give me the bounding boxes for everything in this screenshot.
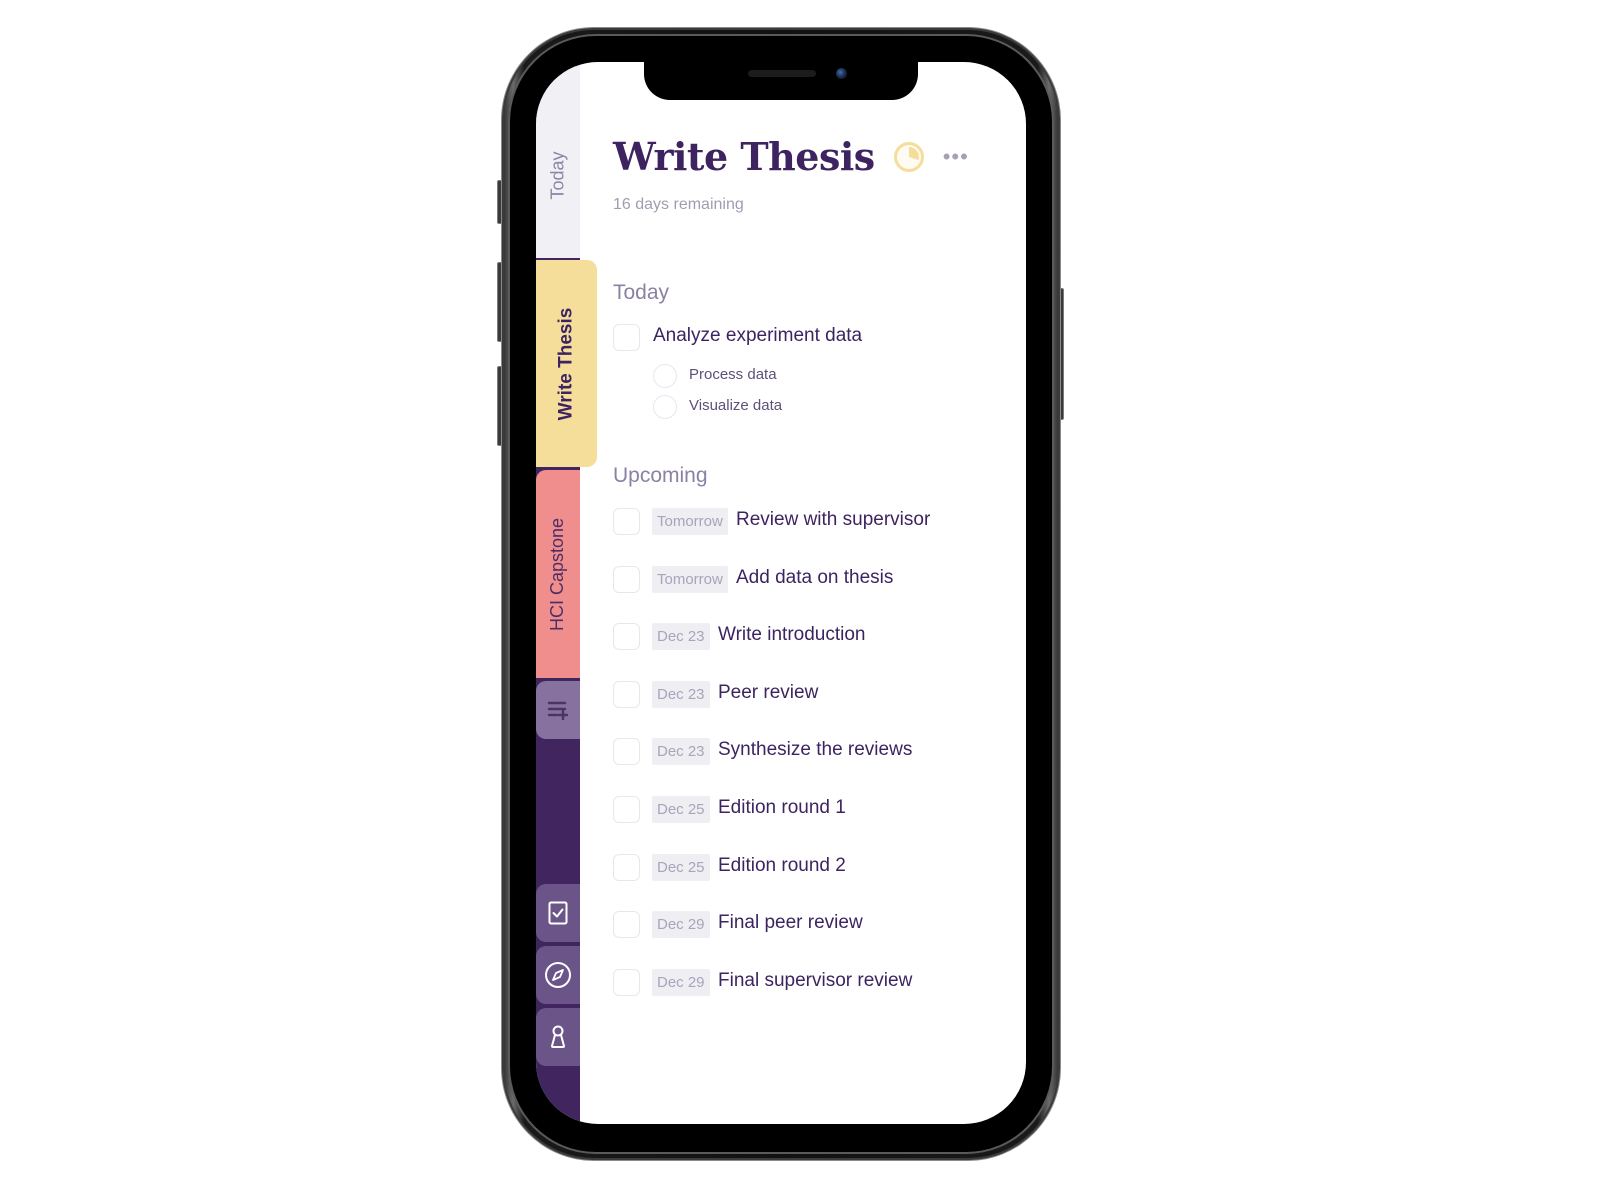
more-options-button[interactable]: ••• <box>943 145 969 168</box>
task-checkbox[interactable] <box>613 853 640 881</box>
task-item: Dec 25 Edition round 1 <box>613 796 1026 824</box>
subtask-radio[interactable] <box>653 364 677 388</box>
task-label: Review with supervisor <box>736 509 931 530</box>
nav-explore-button[interactable] <box>536 946 580 1004</box>
tab-write-thesis[interactable]: Write Thesis <box>536 260 597 467</box>
due-date-badge: Dec 23 <box>652 680 710 708</box>
sidebar: Today HCI Capstone <box>536 62 580 1124</box>
task-label: Analyze experiment data <box>653 325 863 346</box>
task-checkbox[interactable] <box>613 968 640 996</box>
header: Write Thesis ••• <box>613 134 969 179</box>
speaker-grille <box>748 70 816 77</box>
tab-today-label: Today <box>547 150 568 200</box>
due-date-badge: Dec 25 <box>652 853 710 881</box>
page-title: Write Thesis <box>613 134 875 179</box>
tab-hci-capstone-label: HCI Capstone <box>547 517 568 631</box>
tab-write-thesis-label: Write Thesis <box>555 307 577 420</box>
task-checkbox[interactable] <box>613 324 640 351</box>
task-label: Synthesize the reviews <box>718 739 913 761</box>
subtask-label: Process data <box>689 366 777 383</box>
due-date-badge: Dec 23 <box>652 623 710 651</box>
task-label: Edition round 2 <box>718 854 846 876</box>
section-upcoming-title: Upcoming <box>613 464 708 487</box>
add-list-button[interactable] <box>536 681 580 739</box>
task-item: Dec 29 Final supervisor review <box>613 968 1026 997</box>
compass-icon <box>545 962 571 988</box>
task-checkbox[interactable] <box>613 623 640 651</box>
task-checkbox[interactable] <box>613 508 640 535</box>
playlist-add-icon <box>547 701 569 720</box>
due-date-badge: Dec 29 <box>652 911 710 939</box>
due-date-badge: Dec 29 <box>652 968 710 996</box>
task-item: Tomorrow Add data on thesis <box>613 565 1026 594</box>
task-label: Final peer review <box>718 912 863 934</box>
task-checkbox[interactable] <box>613 911 640 939</box>
due-date-badge: Dec 23 <box>652 738 710 766</box>
tab-today[interactable]: Today <box>536 62 580 258</box>
front-camera <box>836 68 847 79</box>
task-label: Peer review <box>718 681 819 703</box>
tab-hci-capstone[interactable]: HCI Capstone <box>536 470 580 678</box>
subtask-label: Visualize data <box>689 397 783 414</box>
due-date-badge: Dec 25 <box>652 796 710 823</box>
task-label: Add data on thesis <box>736 566 894 588</box>
days-remaining: 16 days remaining <box>613 196 744 213</box>
due-date-badge: Tomorrow <box>652 565 728 593</box>
person-icon <box>551 1025 565 1048</box>
main-content: Write Thesis ••• 16 days remaining Today… <box>613 62 1026 1124</box>
task-item: Dec 23 Peer review <box>613 680 1026 709</box>
checkbox-icon <box>548 901 568 925</box>
task-label: Write introduction <box>718 624 866 646</box>
task-label: Final supervisor review <box>718 969 913 991</box>
task-item: Dec 25 Edition round 2 <box>613 853 1026 882</box>
task-checkbox[interactable] <box>613 680 640 708</box>
nav-tasks-button[interactable] <box>536 884 580 942</box>
nav-profile-button[interactable] <box>536 1008 580 1066</box>
task-item: Dec 23 Synthesize the reviews <box>613 738 1026 766</box>
task-item: Tomorrow Review with supervisor <box>613 508 1026 536</box>
app-screen: Today HCI Capstone Write Thesis Write Th… <box>536 62 1026 1124</box>
subtask-radio[interactable] <box>653 395 677 419</box>
section-today-title: Today <box>613 281 670 304</box>
task-checkbox[interactable] <box>613 565 640 593</box>
task-checkbox[interactable] <box>613 738 640 766</box>
task-label: Edition round 1 <box>718 797 846 818</box>
progress-pie-icon <box>893 141 924 172</box>
task-item: Dec 29 Final peer review <box>613 911 1026 939</box>
task-item: Dec 23 Write introduction <box>613 623 1026 651</box>
task-checkbox[interactable] <box>613 796 640 823</box>
task-item: Analyze experiment data <box>613 324 1026 352</box>
notch <box>644 62 918 100</box>
due-date-badge: Tomorrow <box>652 508 728 535</box>
